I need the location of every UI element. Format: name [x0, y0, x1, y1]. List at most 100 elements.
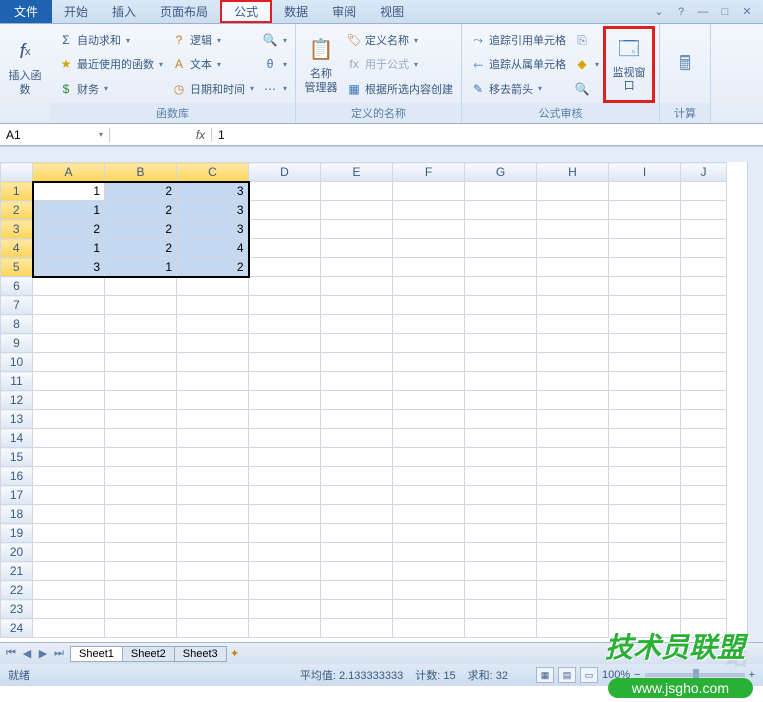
- logical-button[interactable]: ?逻辑▾: [171, 29, 254, 51]
- zoom-in-button[interactable]: +: [749, 669, 755, 681]
- cell[interactable]: [465, 296, 537, 315]
- cell[interactable]: [465, 220, 537, 239]
- math-button[interactable]: θ▾: [262, 53, 287, 75]
- cell[interactable]: [681, 315, 727, 334]
- cell[interactable]: [393, 429, 465, 448]
- cell[interactable]: [105, 505, 177, 524]
- cell[interactable]: [321, 429, 393, 448]
- cell[interactable]: [609, 315, 681, 334]
- cell[interactable]: [537, 353, 609, 372]
- cell[interactable]: [177, 353, 249, 372]
- cell[interactable]: [177, 391, 249, 410]
- col-header-D[interactable]: D: [249, 163, 321, 182]
- cell[interactable]: 2: [105, 220, 177, 239]
- cell[interactable]: [105, 372, 177, 391]
- col-header-A[interactable]: A: [33, 163, 105, 182]
- cell[interactable]: [681, 486, 727, 505]
- cell[interactable]: [681, 296, 727, 315]
- cell[interactable]: [105, 600, 177, 619]
- cell[interactable]: [177, 562, 249, 581]
- cell[interactable]: [537, 296, 609, 315]
- cell[interactable]: [321, 467, 393, 486]
- cell[interactable]: 1: [33, 201, 105, 220]
- cell[interactable]: [609, 353, 681, 372]
- cell[interactable]: [681, 372, 727, 391]
- cell[interactable]: [465, 353, 537, 372]
- cell[interactable]: [321, 334, 393, 353]
- cell[interactable]: [537, 600, 609, 619]
- zoom-out-button[interactable]: −: [634, 669, 640, 681]
- cell[interactable]: [33, 619, 105, 638]
- show-formulas-button[interactable]: ⎘: [574, 29, 599, 51]
- cell[interactable]: [609, 239, 681, 258]
- cell[interactable]: [609, 562, 681, 581]
- cell[interactable]: [33, 467, 105, 486]
- cell[interactable]: [177, 296, 249, 315]
- sheet-tab-2[interactable]: Sheet2: [122, 646, 175, 662]
- cell[interactable]: [105, 619, 177, 638]
- row-header[interactable]: 22: [1, 581, 33, 600]
- cell[interactable]: [33, 410, 105, 429]
- cell[interactable]: [33, 543, 105, 562]
- cell[interactable]: [393, 562, 465, 581]
- first-sheet-icon[interactable]: ⏮: [4, 647, 18, 660]
- cell[interactable]: [609, 429, 681, 448]
- tab-review[interactable]: 审阅: [320, 0, 368, 23]
- cell[interactable]: [321, 239, 393, 258]
- cell[interactable]: [393, 239, 465, 258]
- cell[interactable]: [393, 201, 465, 220]
- cell[interactable]: [249, 486, 321, 505]
- cell[interactable]: [465, 600, 537, 619]
- tab-view[interactable]: 视图: [368, 0, 416, 23]
- cell[interactable]: [609, 182, 681, 201]
- name-manager-button[interactable]: 📋 名称 管理器: [300, 26, 342, 103]
- fx-button[interactable]: fx: [190, 128, 212, 142]
- cell[interactable]: [609, 467, 681, 486]
- cell[interactable]: [33, 505, 105, 524]
- cell[interactable]: [465, 258, 537, 277]
- cell[interactable]: [393, 296, 465, 315]
- cell[interactable]: [177, 505, 249, 524]
- cell[interactable]: [465, 277, 537, 296]
- last-sheet-icon[interactable]: ⏭: [52, 647, 66, 660]
- cell[interactable]: [537, 505, 609, 524]
- cell[interactable]: [321, 600, 393, 619]
- cell[interactable]: [249, 220, 321, 239]
- watch-window-button[interactable]: 🗔 监视窗口: [608, 31, 650, 95]
- cell[interactable]: [465, 315, 537, 334]
- row-header[interactable]: 3: [1, 220, 33, 239]
- tab-insert[interactable]: 插入: [100, 0, 148, 23]
- cell[interactable]: [393, 277, 465, 296]
- cell[interactable]: [249, 372, 321, 391]
- cell[interactable]: [321, 315, 393, 334]
- cell[interactable]: [321, 581, 393, 600]
- cell[interactable]: [249, 619, 321, 638]
- cell[interactable]: [465, 486, 537, 505]
- cell[interactable]: [393, 543, 465, 562]
- cell[interactable]: [249, 448, 321, 467]
- cell[interactable]: [393, 220, 465, 239]
- cell[interactable]: [537, 201, 609, 220]
- cell[interactable]: [609, 372, 681, 391]
- cell[interactable]: [33, 372, 105, 391]
- tab-formulas[interactable]: 公式: [220, 0, 272, 23]
- col-header-H[interactable]: H: [537, 163, 609, 182]
- cell[interactable]: [249, 600, 321, 619]
- cell[interactable]: [105, 334, 177, 353]
- cell[interactable]: [465, 524, 537, 543]
- cell[interactable]: [537, 258, 609, 277]
- cell[interactable]: [177, 372, 249, 391]
- cell[interactable]: [537, 372, 609, 391]
- cell[interactable]: [609, 581, 681, 600]
- cell[interactable]: [249, 334, 321, 353]
- cell[interactable]: [249, 258, 321, 277]
- cell[interactable]: [609, 296, 681, 315]
- cell[interactable]: [393, 391, 465, 410]
- cell[interactable]: [105, 524, 177, 543]
- define-name-button[interactable]: 🏷定义名称▾: [346, 29, 453, 51]
- help-icon[interactable]: ?: [673, 4, 689, 20]
- cell[interactable]: [33, 296, 105, 315]
- insert-function-button[interactable]: fx 插入函数: [4, 26, 46, 107]
- sheet-tab-1[interactable]: Sheet1: [70, 646, 123, 662]
- cell[interactable]: [393, 619, 465, 638]
